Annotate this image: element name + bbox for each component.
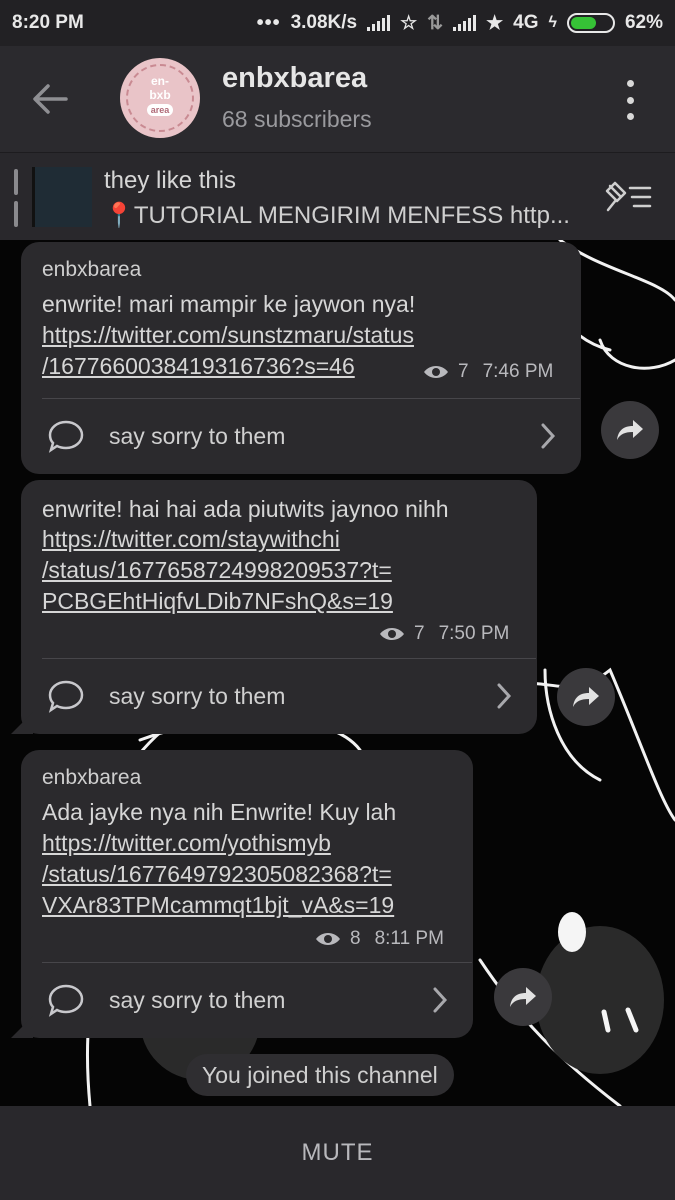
- message-time: 7:50 PM: [438, 623, 510, 644]
- share-button[interactable]: [601, 401, 659, 459]
- subscriber-count: 68 subscribers: [222, 106, 372, 132]
- pin-list-icon: [605, 181, 652, 212]
- channel-avatar[interactable]: en- bxb area: [120, 58, 200, 138]
- message-meta: 7 7:46 PM: [422, 361, 553, 383]
- message-text: enwrite! hai hai ada piutwits jaynoo nih…: [42, 496, 449, 522]
- message-link[interactable]: /1677660038419316736?s=46: [42, 351, 355, 382]
- message-bubble[interactable]: enbxbarea enwrite! mari mampir ke jaywon…: [21, 242, 581, 474]
- channel-header: en- bxb area enbxbarea 68 subscribers: [0, 46, 675, 152]
- message-link[interactable]: https://twitter.com/yothismyb: [42, 828, 331, 859]
- comment-icon: [48, 984, 84, 1017]
- more-options-button[interactable]: [618, 80, 642, 120]
- eye-icon: [316, 933, 340, 945]
- message-bubble[interactable]: enwrite! hai hai ada piutwits jaynoo nih…: [11, 480, 537, 734]
- message-link[interactable]: VXAr83TPMcammqt1bjt_vA&s=19: [42, 890, 394, 921]
- comment-label: say sorry to them: [109, 423, 286, 449]
- eye-icon: [424, 366, 448, 378]
- chevron-right-icon: [433, 987, 448, 1013]
- message-meta: 8 8:11 PM: [314, 928, 444, 950]
- comment-label: say sorry to them: [109, 683, 286, 709]
- channel-name[interactable]: enbxbarea: [222, 62, 367, 95]
- eye-icon: [380, 628, 404, 640]
- back-button[interactable]: [30, 82, 70, 116]
- message-link[interactable]: /status/1677649792305082368?t=: [42, 859, 392, 890]
- network-speed: 3.08K/s: [290, 12, 358, 33]
- pinned-list-button[interactable]: [604, 180, 652, 214]
- charging-icon: ϟ: [548, 14, 557, 31]
- star-icon: ★: [486, 12, 504, 34]
- comment-icon: [48, 680, 84, 713]
- comments-button[interactable]: say sorry to them: [21, 659, 537, 733]
- comment-icon: [48, 420, 84, 453]
- dots-icon: •••: [256, 11, 281, 34]
- arrow-left-icon: [33, 84, 68, 114]
- battery-icon: [566, 13, 615, 33]
- share-arrow-icon: [510, 987, 536, 1007]
- share-button[interactable]: [557, 668, 615, 726]
- message-bubble[interactable]: enbxbarea Ada jayke nya nih Enwrite! Kuy…: [11, 750, 473, 1038]
- message-link[interactable]: https://twitter.com/staywithchi: [42, 524, 340, 555]
- share-arrow-icon: [617, 420, 643, 440]
- message-meta: 7 7:50 PM: [378, 623, 509, 645]
- chevron-right-icon: [497, 683, 512, 709]
- message-time: 7:46 PM: [482, 361, 554, 382]
- avatar-logo: en- bxb area: [120, 74, 200, 116]
- mute-button[interactable]: MUTE: [302, 1139, 374, 1167]
- battery-percent: 62%: [624, 12, 663, 33]
- status-indicators: ••• 3.08K/s ☆ ⇅ ★ 4G ϟ 62%: [257, 12, 663, 35]
- share-arrow-icon: [573, 687, 599, 707]
- comments-button[interactable]: say sorry to them: [21, 963, 473, 1037]
- status-time: 8:20 PM: [12, 12, 84, 33]
- message-link[interactable]: PCBGEhtHiqfvLDib7NFshQ&s=19: [42, 586, 393, 617]
- view-count: 8: [350, 928, 361, 949]
- chat-area[interactable]: enbxbarea enwrite! mari mampir ke jaywon…: [0, 240, 675, 1106]
- view-count: 7: [414, 623, 425, 644]
- pinned-indicator: [14, 169, 18, 227]
- star-icon: ☆: [400, 12, 418, 34]
- comments-button[interactable]: say sorry to them: [21, 399, 581, 473]
- message-author: enbxbarea: [42, 766, 142, 789]
- data-arrows-icon: ⇅: [427, 12, 444, 34]
- signal-icon: [367, 15, 391, 31]
- message-link[interactable]: /status/1677658724998209537?t=: [42, 555, 392, 586]
- message-link[interactable]: https://twitter.com/sunstzmaru/status: [42, 320, 414, 351]
- pinned-message-bar[interactable]: they like this 📍TUTORIAL MENGIRIM MENFES…: [0, 152, 675, 240]
- comment-label: say sorry to them: [109, 987, 286, 1013]
- service-message: You joined this channel: [186, 1054, 454, 1096]
- bottom-bar: MUTE: [0, 1106, 675, 1200]
- share-button[interactable]: [494, 968, 552, 1026]
- message-author: enbxbarea: [42, 258, 142, 281]
- signal-icon: [453, 15, 477, 31]
- status-bar: 8:20 PM ••• 3.08K/s ☆ ⇅ ★ 4G ϟ 62%: [0, 0, 675, 46]
- chevron-right-icon: [541, 423, 556, 449]
- pinned-text: 📍TUTORIAL MENGIRIM MENFESS http...: [104, 202, 570, 229]
- pinned-title: they like this: [104, 167, 237, 194]
- message-time: 8:11 PM: [374, 928, 444, 949]
- view-count: 7: [458, 361, 469, 382]
- pinned-thumbnail: [32, 167, 92, 227]
- message-text: Ada jayke nya nih Enwrite! Kuy lah: [42, 799, 397, 825]
- message-text: enwrite! mari mampir ke jaywon nya!: [42, 291, 416, 317]
- network-type: 4G: [513, 12, 539, 33]
